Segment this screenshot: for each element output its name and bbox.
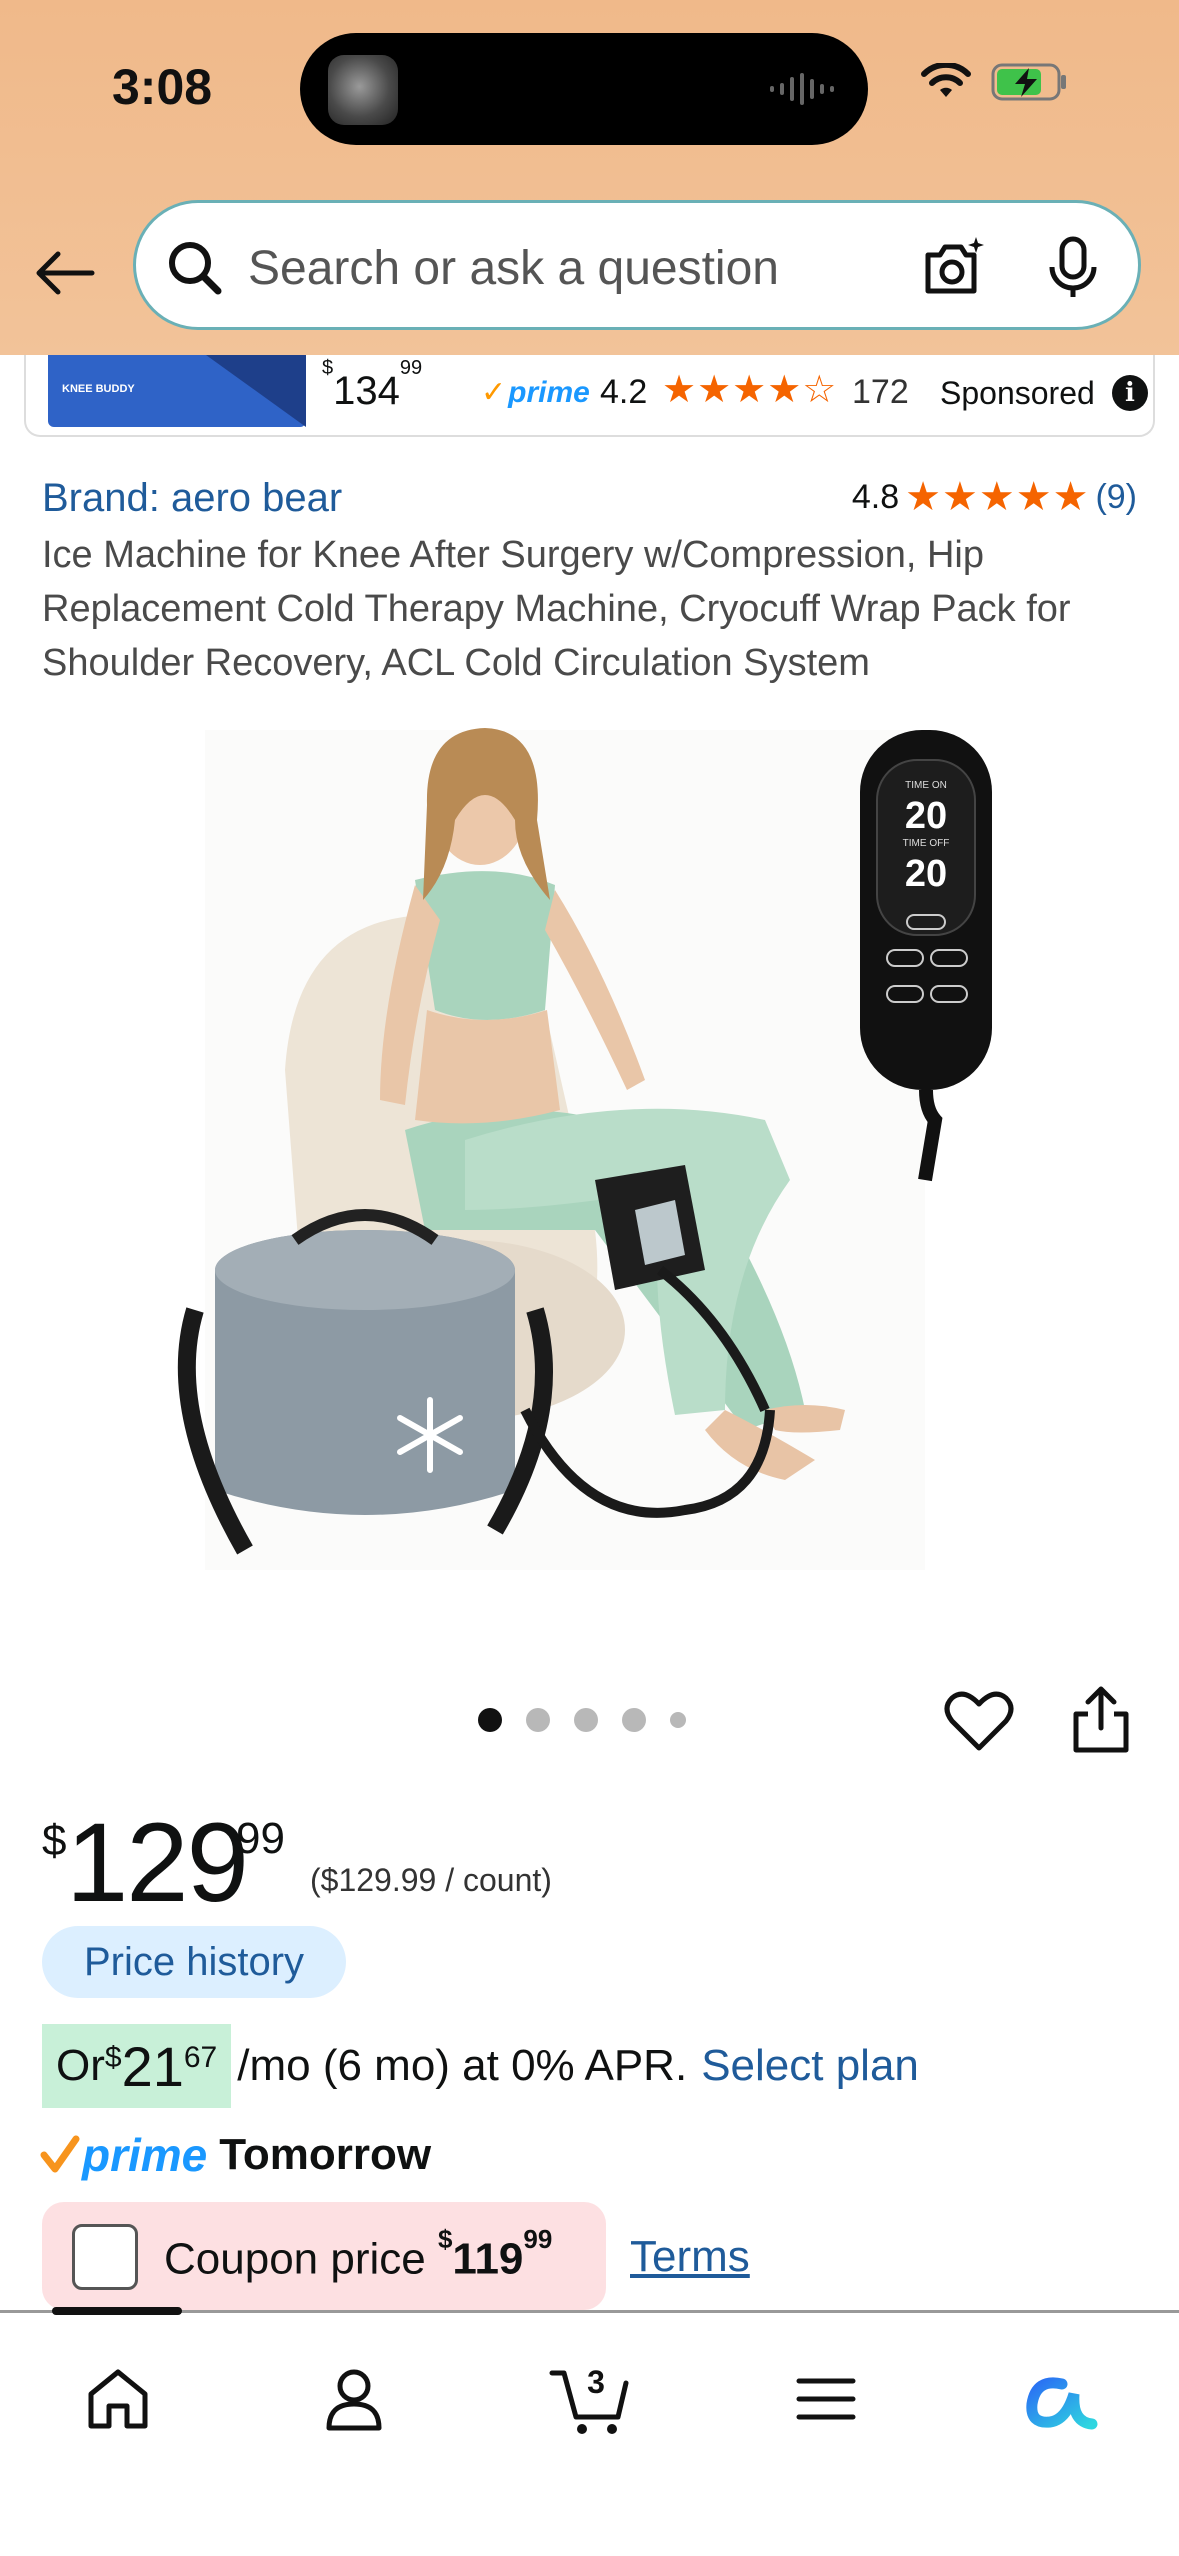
remote-time-on-label: TIME ON xyxy=(905,780,947,791)
sponsored-price: $13499 xyxy=(322,356,423,413)
nav-cart[interactable]: 3 xyxy=(542,2351,638,2447)
sponsored-label: Sponsored xyxy=(940,375,1095,411)
sponsored-product-strip[interactable]: KNEE BUDDY $13499 ✓prime 4.2 ★★★★☆ 172 S… xyxy=(24,355,1155,437)
rufus-assistant-icon xyxy=(1026,2377,1098,2430)
rating-value: 4.8 xyxy=(851,477,900,516)
review-count: (9) xyxy=(1095,477,1137,516)
dynamic-island xyxy=(300,33,868,145)
remote-time-off-label: TIME OFF xyxy=(903,838,950,849)
carousel-dot[interactable] xyxy=(526,1708,550,1732)
image-carousel-dots[interactable] xyxy=(478,1708,686,1732)
sponsored-prime-badge: ✓prime xyxy=(481,376,590,409)
installment-offer: Or $21 67 /mo (6 mo) at 0% APR. Select pl… xyxy=(42,2024,919,2108)
select-plan-link[interactable]: Select plan xyxy=(701,2041,919,2091)
sponsored-rating: 4.2 xyxy=(600,373,648,411)
search-input[interactable]: Search or ask a question xyxy=(133,200,1141,330)
carousel-dot[interactable] xyxy=(478,1708,502,1732)
nav-menu[interactable] xyxy=(778,2351,874,2447)
microphone-icon[interactable] xyxy=(1038,233,1108,303)
brand-link[interactable]: Brand: aero bear xyxy=(42,476,342,521)
back-arrow-icon xyxy=(36,251,95,295)
active-tab-indicator xyxy=(52,2307,182,2315)
search-icon xyxy=(169,242,222,295)
heart-icon[interactable] xyxy=(944,1688,1014,1754)
carousel-dot[interactable] xyxy=(622,1708,646,1732)
coupon-checkbox[interactable] xyxy=(72,2224,138,2290)
person-icon xyxy=(326,2369,382,2431)
audio-wave-icon xyxy=(770,73,834,105)
coupon-box[interactable]: Coupon price $11999 xyxy=(42,2202,606,2310)
cart-icon: 3 xyxy=(549,2364,629,2434)
carousel-dot[interactable] xyxy=(574,1708,598,1732)
nav-home[interactable] xyxy=(70,2351,166,2447)
wifi-icon xyxy=(921,63,971,97)
sponsored-review-count: 172 xyxy=(852,373,909,411)
price-whole: 129 xyxy=(66,1800,249,1925)
remote-time-off-value: 20 xyxy=(905,853,947,895)
nav-rufus[interactable] xyxy=(1014,2351,1110,2447)
search-placeholder: Search or ask a question xyxy=(248,242,779,295)
camera-search-icon[interactable] xyxy=(918,233,988,303)
product-image[interactable]: TIME ON 20 TIME OFF 20 xyxy=(165,710,1015,1590)
menu-icon xyxy=(796,2378,856,2420)
installment-terms: /mo (6 mo) at 0% APR. xyxy=(237,2041,688,2090)
delivery-day: Tomorrow xyxy=(219,2130,432,2179)
cart-count: 3 xyxy=(587,2364,605,2400)
price-history-button[interactable]: Price history xyxy=(42,1926,346,1998)
header: 3:08 Search or ask a question xyxy=(0,0,1179,355)
now-playing-thumbnail xyxy=(328,55,398,125)
share-icon[interactable] xyxy=(1068,1684,1134,1756)
prime-logo: prime xyxy=(82,2129,208,2181)
bottom-navigation: 3 xyxy=(0,2307,1179,2556)
search-row: Search or ask a question xyxy=(0,190,1179,340)
battery-charging-icon xyxy=(991,63,1066,101)
back-button[interactable] xyxy=(30,238,100,308)
sponsored-star-rating: ★★★★☆ xyxy=(662,369,838,411)
product-rating[interactable]: 4.8 ★★★★★ (9) xyxy=(852,474,1137,520)
nav-account[interactable] xyxy=(306,2351,402,2447)
price-per-count: ($129.99 / count) xyxy=(310,1862,552,1898)
status-icons xyxy=(921,62,1069,102)
installment-highlight: Or $21 67 xyxy=(42,2024,232,2108)
info-icon[interactable]: i xyxy=(1112,375,1148,411)
prime-check-icon xyxy=(40,2135,80,2173)
terms-link[interactable]: Terms xyxy=(630,2232,750,2282)
star-rating: ★★★★★ xyxy=(905,475,1090,519)
remote-time-on-value: 20 xyxy=(905,795,947,837)
status-time: 3:08 xyxy=(112,59,213,115)
prime-delivery: prime Tomorrow xyxy=(40,2128,431,2182)
price-fraction: 99 xyxy=(236,1814,285,1863)
home-icon xyxy=(88,2369,148,2429)
product-title: Ice Machine for Knee After Surgery w/Com… xyxy=(42,534,1071,684)
coupon-text: Coupon price $11999 xyxy=(164,2224,553,2284)
carousel-dot[interactable] xyxy=(670,1712,686,1728)
sponsored-product-image[interactable]: KNEE BUDDY xyxy=(48,355,306,427)
